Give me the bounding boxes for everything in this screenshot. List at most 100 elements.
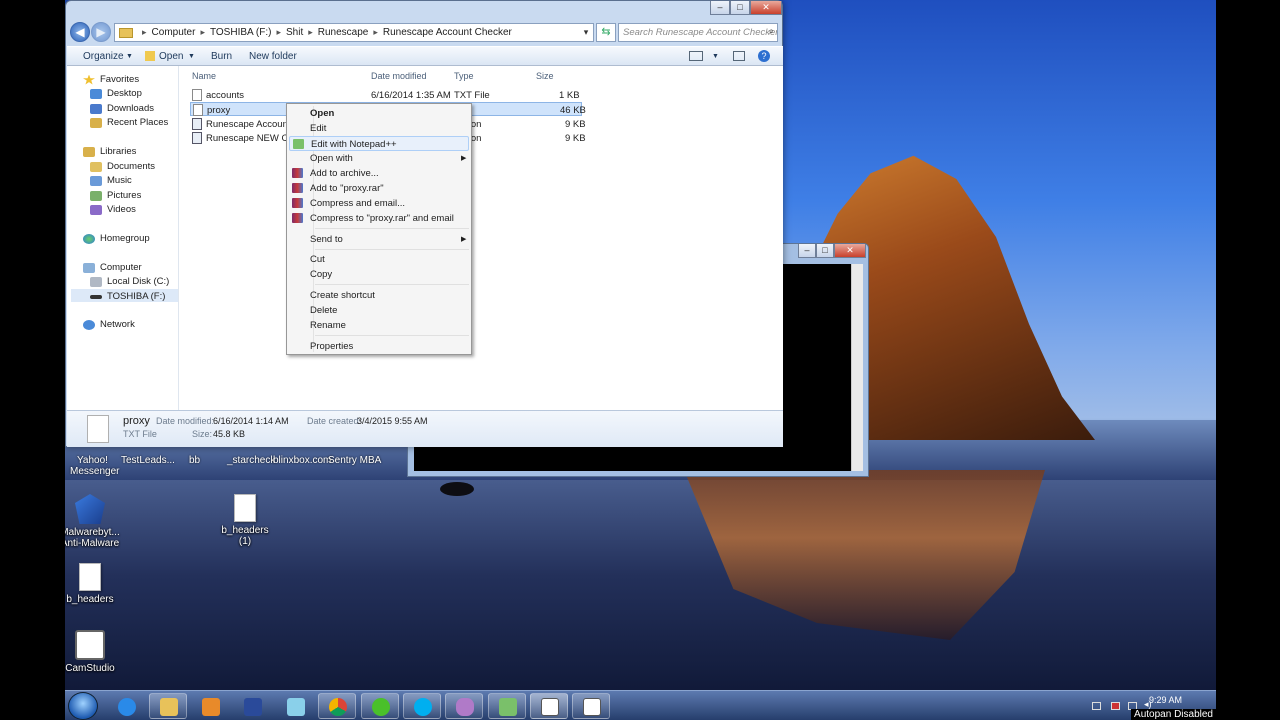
column-size[interactable]: Size xyxy=(536,71,554,81)
menu-item-add-archive[interactable]: Add to archive... xyxy=(289,166,469,181)
menu-item-add-rar[interactable]: Add to "proxy.rar" xyxy=(289,181,469,196)
maximize-button[interactable]: □ xyxy=(730,1,750,15)
submenu-arrow-icon: ▶ xyxy=(461,155,467,162)
nav-computer[interactable]: Computer xyxy=(83,261,142,274)
taskbar-skype[interactable] xyxy=(403,693,441,719)
desktop-icon-malwarebytes[interactable]: Malwarebyt... Anti-Malware xyxy=(65,494,120,549)
new-folder-button[interactable]: New folder xyxy=(249,51,297,62)
taskbar-pidgin[interactable] xyxy=(445,693,483,719)
nav-toshiba[interactable]: TOSHIBA (F:) xyxy=(90,290,165,303)
winrar-icon xyxy=(292,168,303,178)
menu-item-compress-email[interactable]: Compress and email... xyxy=(289,196,469,211)
clock[interactable]: 9:29 AM xyxy=(1149,695,1182,705)
desktop-icon-bb[interactable]: bb xyxy=(189,455,200,466)
desktop-icon-testleads[interactable]: TestLeads... xyxy=(121,455,175,466)
minimize-button[interactable]: – xyxy=(798,244,816,258)
open-button[interactable]: Open xyxy=(159,51,183,62)
taskbar-notepadpp[interactable] xyxy=(488,693,526,719)
taskbar-explorer[interactable] xyxy=(149,693,187,719)
breadcrumb-toshiba[interactable]: TOSHIBA (F:) xyxy=(210,27,272,38)
desktop-icon-starcheck[interactable]: _starcheck xyxy=(227,455,275,466)
menu-item-open[interactable]: Open xyxy=(289,106,469,121)
menu-item-rename[interactable]: Rename xyxy=(289,318,469,333)
address-dropdown-icon[interactable]: ▾ xyxy=(578,23,594,42)
menu-item-send-to[interactable]: Send to ▶ xyxy=(289,232,469,247)
desktop-icon-sentry[interactable]: Sentry MBA xyxy=(328,455,381,466)
tray-flag-icon[interactable] xyxy=(1111,702,1120,710)
minimize-button[interactable]: – xyxy=(710,1,730,15)
menu-item-copy[interactable]: Copy xyxy=(289,267,469,282)
desktop-icon-camstudio[interactable]: CamStudio xyxy=(65,630,120,674)
taskbar-chrome[interactable] xyxy=(318,693,356,719)
view-icon[interactable] xyxy=(689,51,703,61)
desktop-icon-b-headers[interactable]: b_headers xyxy=(65,563,120,605)
nav-documents[interactable]: Documents xyxy=(90,160,155,173)
taskbar-ie[interactable] xyxy=(107,693,145,719)
nav-videos[interactable]: Videos xyxy=(90,203,136,216)
desktop-icon-yahoo[interactable]: Yahoo! xyxy=(77,455,108,466)
network-icon xyxy=(83,319,95,330)
menu-separator xyxy=(315,335,469,336)
nav-libraries[interactable]: Libraries xyxy=(83,145,136,158)
view-chevron-icon[interactable]: ▼ xyxy=(712,53,719,60)
menu-item-properties[interactable]: Properties xyxy=(289,339,469,354)
notepad-plus-icon xyxy=(499,698,517,716)
nav-pictures[interactable]: Pictures xyxy=(90,189,141,202)
breadcrumb-runescape[interactable]: Runescape xyxy=(318,27,369,38)
nav-music[interactable]: Music xyxy=(90,174,132,187)
menu-item-open-with[interactable]: Open with ▶ xyxy=(289,151,469,166)
menu-item-delete[interactable]: Delete xyxy=(289,303,469,318)
back-button[interactable]: ◀ xyxy=(70,22,90,42)
title-bar[interactable]: – □ ✕ xyxy=(66,1,782,19)
nav-downloads[interactable]: Downloads xyxy=(90,102,154,115)
burn-button[interactable]: Burn xyxy=(211,51,232,62)
menu-item-edit-notepad[interactable]: Edit with Notepad++ xyxy=(289,136,469,151)
breadcrumb-shit[interactable]: Shit xyxy=(286,27,303,38)
nav-local-disk[interactable]: Local Disk (C:) xyxy=(90,275,169,288)
preview-pane-icon[interactable] xyxy=(733,51,745,61)
desktop-icon-blinxbox[interactable]: blinxbox.com xyxy=(273,455,331,466)
help-icon[interactable]: ? xyxy=(758,50,770,62)
taskbar-icq[interactable] xyxy=(361,693,399,719)
close-button[interactable]: ✕ xyxy=(750,1,782,15)
maximize-button[interactable]: □ xyxy=(816,244,834,258)
desktop-icon xyxy=(90,88,102,99)
explorer-window[interactable]: – □ ✕ ◀ ▶ ▸ Computer ▸ TOSHIBA (F:) ▸ Shit … xyxy=(65,0,783,447)
close-button[interactable]: ✕ xyxy=(834,244,866,258)
menu-item-create-shortcut[interactable]: Create shortcut xyxy=(289,288,469,303)
console-icon xyxy=(583,698,601,716)
menu-separator xyxy=(315,284,469,285)
start-button[interactable] xyxy=(68,692,98,720)
taskbar-camstudio[interactable] xyxy=(530,693,568,719)
nav-network[interactable]: Network xyxy=(83,318,135,331)
taskbar-media[interactable] xyxy=(191,693,229,719)
forward-button[interactable]: ▶ xyxy=(91,22,111,42)
nav-homegroup[interactable]: Homegroup xyxy=(83,232,150,245)
text-file-icon xyxy=(79,563,101,591)
menu-item-compress-rar-email[interactable]: Compress to "proxy.rar" and email xyxy=(289,211,469,226)
column-type[interactable]: Type xyxy=(454,71,474,81)
breadcrumb-computer[interactable]: Computer xyxy=(152,27,196,38)
tray-icon[interactable] xyxy=(1092,702,1101,710)
file-row[interactable]: accounts 6/16/2014 1:35 AM TXT File 1 KB xyxy=(190,88,582,102)
menu-item-edit[interactable]: Edit xyxy=(289,121,469,136)
menu-item-cut[interactable]: Cut xyxy=(289,252,469,267)
column-name[interactable]: Name xyxy=(192,71,216,81)
desktop-icon-b-headers-1[interactable]: b_headers (1) xyxy=(215,494,275,547)
breadcrumb-account-checker[interactable]: Runescape Account Checker xyxy=(383,27,512,38)
desktop-icon-messenger[interactable]: Messenger xyxy=(70,466,119,477)
nav-favorites[interactable]: Favorites xyxy=(83,73,139,86)
address-bar[interactable]: ▸ Computer ▸ TOSHIBA (F:) ▸ Shit ▸ Runescape… xyxy=(114,23,594,42)
desktop-top-icon-labels: Yahoo! Messenger TestLeads... bb _starch… xyxy=(65,455,405,479)
taskbar-console[interactable] xyxy=(572,693,610,719)
search-input[interactable]: Search Runescape Account Checker ⌕ xyxy=(618,23,778,42)
column-date-modified[interactable]: Date modified xyxy=(371,71,427,81)
nav-desktop[interactable]: Desktop xyxy=(90,87,142,100)
organize-button[interactable]: Organize xyxy=(83,51,124,62)
refresh-button[interactable]: ⇆ xyxy=(596,23,616,42)
nav-recent-places[interactable]: Recent Places xyxy=(90,116,168,129)
taskbar-app[interactable] xyxy=(233,693,271,719)
taskbar-notepad[interactable] xyxy=(276,693,314,719)
scrollbar[interactable] xyxy=(851,264,863,471)
recent-places-icon xyxy=(90,117,102,128)
